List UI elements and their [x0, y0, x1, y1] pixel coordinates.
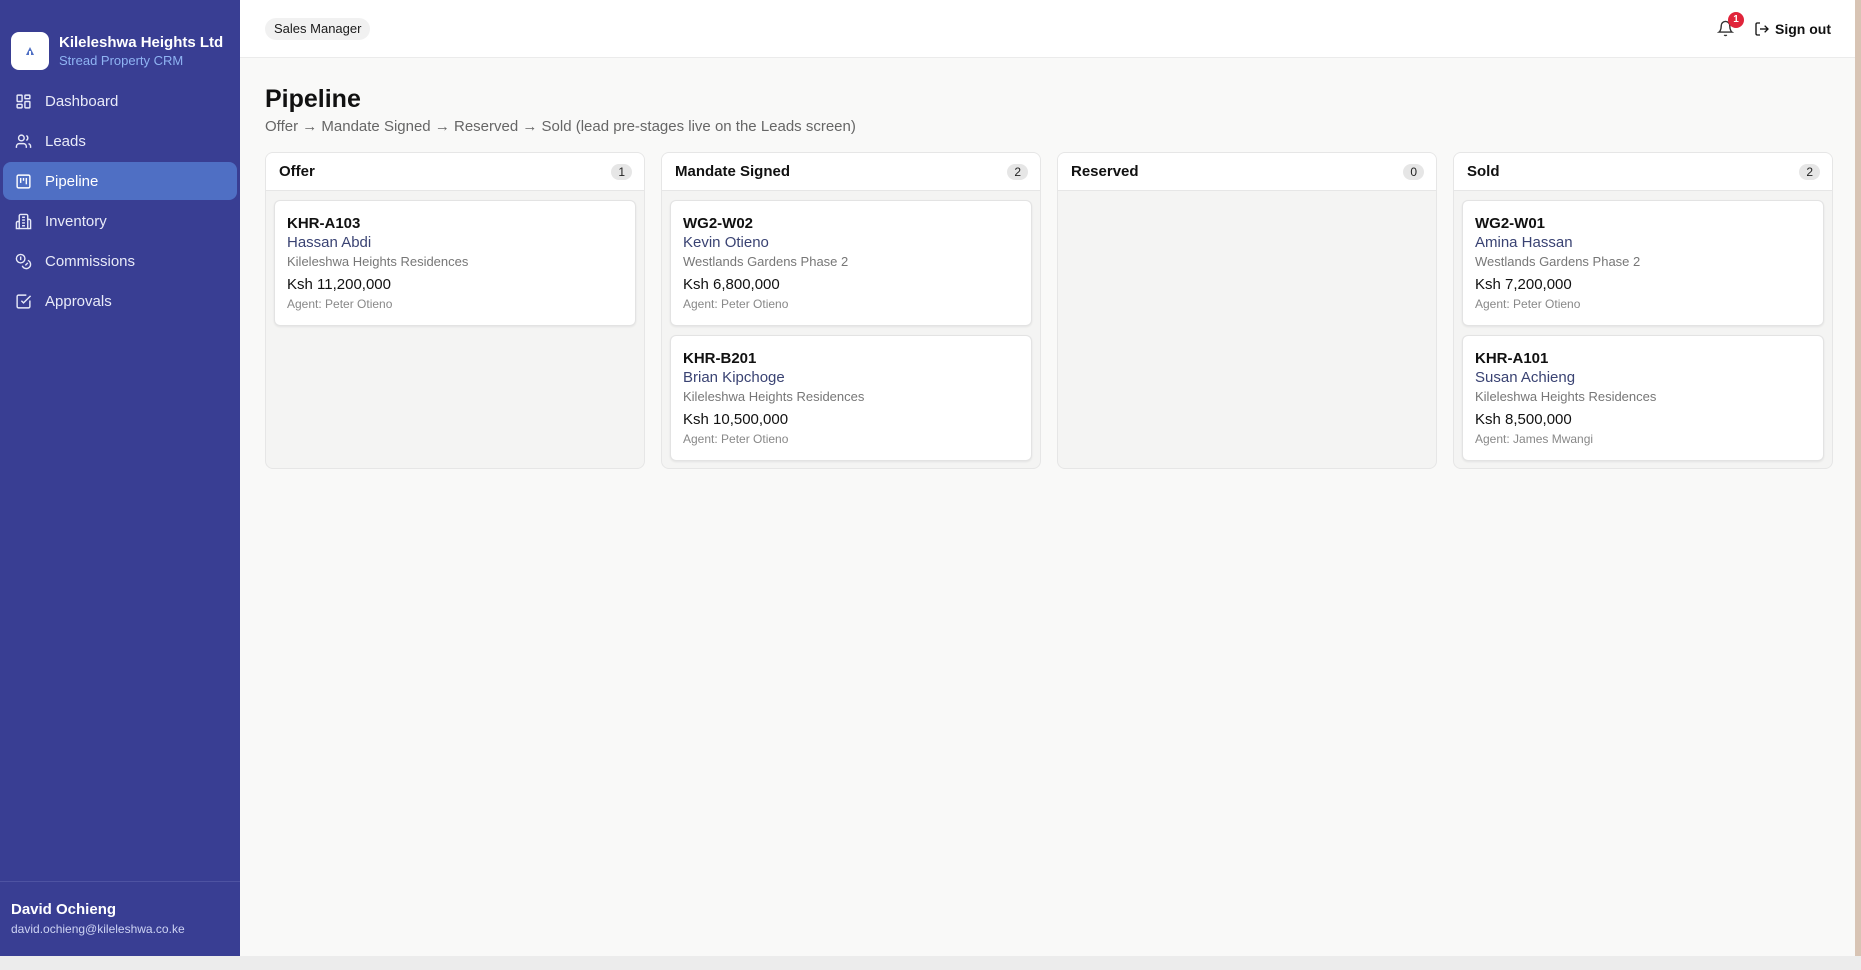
column-title: Offer — [279, 163, 315, 180]
checkbox-icon — [16, 293, 32, 309]
sidebar-item-pipeline[interactable]: Pipeline — [3, 162, 237, 200]
coins-icon — [15, 253, 32, 269]
page-subtitle: Offer → Mandate Signed → Reserved → Sold… — [265, 118, 856, 135]
column-cards: KHR-A103 Hassan Abdi Kileleshwa Heights … — [266, 191, 644, 326]
sign-out-label: Sign out — [1775, 20, 1831, 37]
main-area: Sales Manager 1 Sign out Pipeline Offer … — [240, 0, 1855, 956]
deal-card[interactable]: WG2-W01 Amina Hassan Westlands Gardens P… — [1462, 200, 1824, 326]
column-count-badge: 1 — [611, 163, 632, 180]
pipeline-column-mandate-signed: Mandate Signed 2 WG2-W02 Kevin Otieno We… — [661, 152, 1041, 469]
sidebar-item-commissions[interactable]: Commissions — [3, 242, 237, 280]
role-badge: Sales Manager — [265, 17, 371, 40]
pipeline-column-reserved: Reserved 0 — [1057, 152, 1437, 469]
card-price: Ksh 11,200,000 — [287, 276, 391, 293]
page-title: Pipeline — [265, 85, 361, 113]
card-price: Ksh 10,500,000 — [683, 411, 789, 428]
sidebar-item-inventory[interactable]: Inventory — [3, 202, 237, 240]
users-icon — [15, 133, 32, 148]
sidebar-item-approvals[interactable]: Approvals — [3, 282, 237, 320]
card-agent: Agent: Peter Otieno — [287, 297, 393, 311]
pipeline-board: Offer 1 KHR-A103 Hassan Abdi Kileleshwa … — [265, 152, 1842, 469]
card-price: Ksh 6,800,000 — [683, 276, 780, 293]
card-unit-code: KHR-A101 — [1475, 350, 1549, 367]
card-client-name: Kevin Otieno — [683, 234, 769, 251]
user-name: David Ochieng — [11, 901, 117, 918]
sidebar-item-label: Leads — [45, 132, 86, 150]
pipeline-column-sold: Sold 2 WG2-W01 Amina Hassan Westlands Ga… — [1453, 152, 1833, 469]
column-cards: WG2-W01 Amina Hassan Westlands Gardens P… — [1454, 191, 1832, 461]
sidebar-item-label: Approvals — [45, 292, 112, 310]
sidebar-nav: Dashboard Leads Pipeline Inventory Commi… — [0, 82, 240, 322]
notifications-button[interactable]: 1 — [1712, 11, 1744, 42]
column-title: Reserved — [1071, 163, 1139, 180]
app-window: Kileleshwa Heights Ltd Stread Property C… — [0, 0, 1855, 956]
deal-card[interactable]: WG2-W02 Kevin Otieno Westlands Gardens P… — [670, 200, 1032, 326]
card-agent: Agent: Peter Otieno — [683, 297, 789, 311]
card-client-name: Brian Kipchoge — [683, 369, 785, 386]
card-price: Ksh 8,500,000 — [1475, 411, 1572, 428]
card-agent: Agent: Peter Otieno — [1475, 297, 1581, 311]
kanban-icon — [16, 173, 31, 189]
card-project: Kileleshwa Heights Residences — [1475, 389, 1657, 404]
brand: Kileleshwa Heights Ltd Stread Property C… — [0, 0, 240, 82]
sidebar-item-label: Pipeline — [45, 172, 99, 190]
card-unit-code: KHR-B201 — [683, 350, 757, 367]
sidebar-item-leads[interactable]: Leads — [3, 122, 237, 160]
card-client-name: Susan Achieng — [1475, 369, 1576, 386]
dashboard-icon — [16, 93, 31, 109]
pipeline-column-offer: Offer 1 KHR-A103 Hassan Abdi Kileleshwa … — [265, 152, 645, 469]
column-header: Sold 2 — [1454, 153, 1832, 191]
sidebar: Kileleshwa Heights Ltd Stread Property C… — [0, 0, 240, 956]
column-title: Sold — [1467, 163, 1500, 180]
column-count-badge: 2 — [1799, 163, 1820, 180]
notification-count-badge: 1 — [1728, 11, 1744, 28]
card-project: Westlands Gardens Phase 2 — [1475, 254, 1641, 269]
sidebar-item-label: Inventory — [45, 212, 107, 230]
card-agent: Agent: James Mwangi — [1475, 432, 1594, 446]
user-profile: David Ochieng david.ochieng@kileleshwa.c… — [0, 881, 240, 956]
deal-card[interactable]: KHR-A103 Hassan Abdi Kileleshwa Heights … — [274, 200, 636, 326]
card-price: Ksh 7,200,000 — [1475, 276, 1572, 293]
card-project: Kileleshwa Heights Residences — [683, 389, 865, 404]
card-unit-code: WG2-W01 — [1475, 215, 1546, 232]
deal-card[interactable]: KHR-A101 Susan Achieng Kileleshwa Height… — [1462, 335, 1824, 461]
brand-name: Kileleshwa Heights Ltd — [59, 34, 224, 51]
column-cards — [1058, 191, 1436, 200]
card-project: Westlands Gardens Phase 2 — [683, 254, 849, 269]
page-content: Pipeline Offer → Mandate Signed → Reserv… — [240, 58, 1855, 469]
column-header: Reserved 0 — [1058, 153, 1436, 191]
column-cards: WG2-W02 Kevin Otieno Westlands Gardens P… — [662, 191, 1040, 461]
card-unit-code: KHR-A103 — [287, 215, 361, 232]
card-client-name: Amina Hassan — [1475, 234, 1573, 251]
user-email: david.ochieng@kileleshwa.co.ke — [11, 922, 185, 936]
card-client-name: Hassan Abdi — [287, 234, 372, 251]
sign-out-button[interactable]: Sign out — [1754, 21, 1831, 37]
deal-card[interactable]: KHR-B201 Brian Kipchoge Kileleshwa Heigh… — [670, 335, 1032, 461]
card-unit-code: WG2-W02 — [683, 215, 754, 232]
column-count-badge: 0 — [1403, 163, 1424, 180]
sidebar-item-label: Dashboard — [45, 92, 119, 110]
column-header: Offer 1 — [266, 153, 644, 191]
topbar: Sales Manager 1 Sign out — [240, 0, 1855, 58]
sidebar-item-dashboard[interactable]: Dashboard — [3, 82, 237, 120]
card-agent: Agent: Peter Otieno — [683, 432, 789, 446]
sign-out-icon — [1755, 21, 1769, 36]
column-header: Mandate Signed 2 — [662, 153, 1040, 191]
building-logo-icon — [11, 32, 49, 70]
brand-subtitle: Stread Property CRM — [59, 53, 184, 68]
column-title: Mandate Signed — [675, 163, 791, 180]
sidebar-item-label: Commissions — [45, 252, 136, 270]
building-icon — [15, 213, 32, 229]
column-count-badge: 2 — [1007, 163, 1028, 180]
card-project: Kileleshwa Heights Residences — [287, 254, 469, 269]
